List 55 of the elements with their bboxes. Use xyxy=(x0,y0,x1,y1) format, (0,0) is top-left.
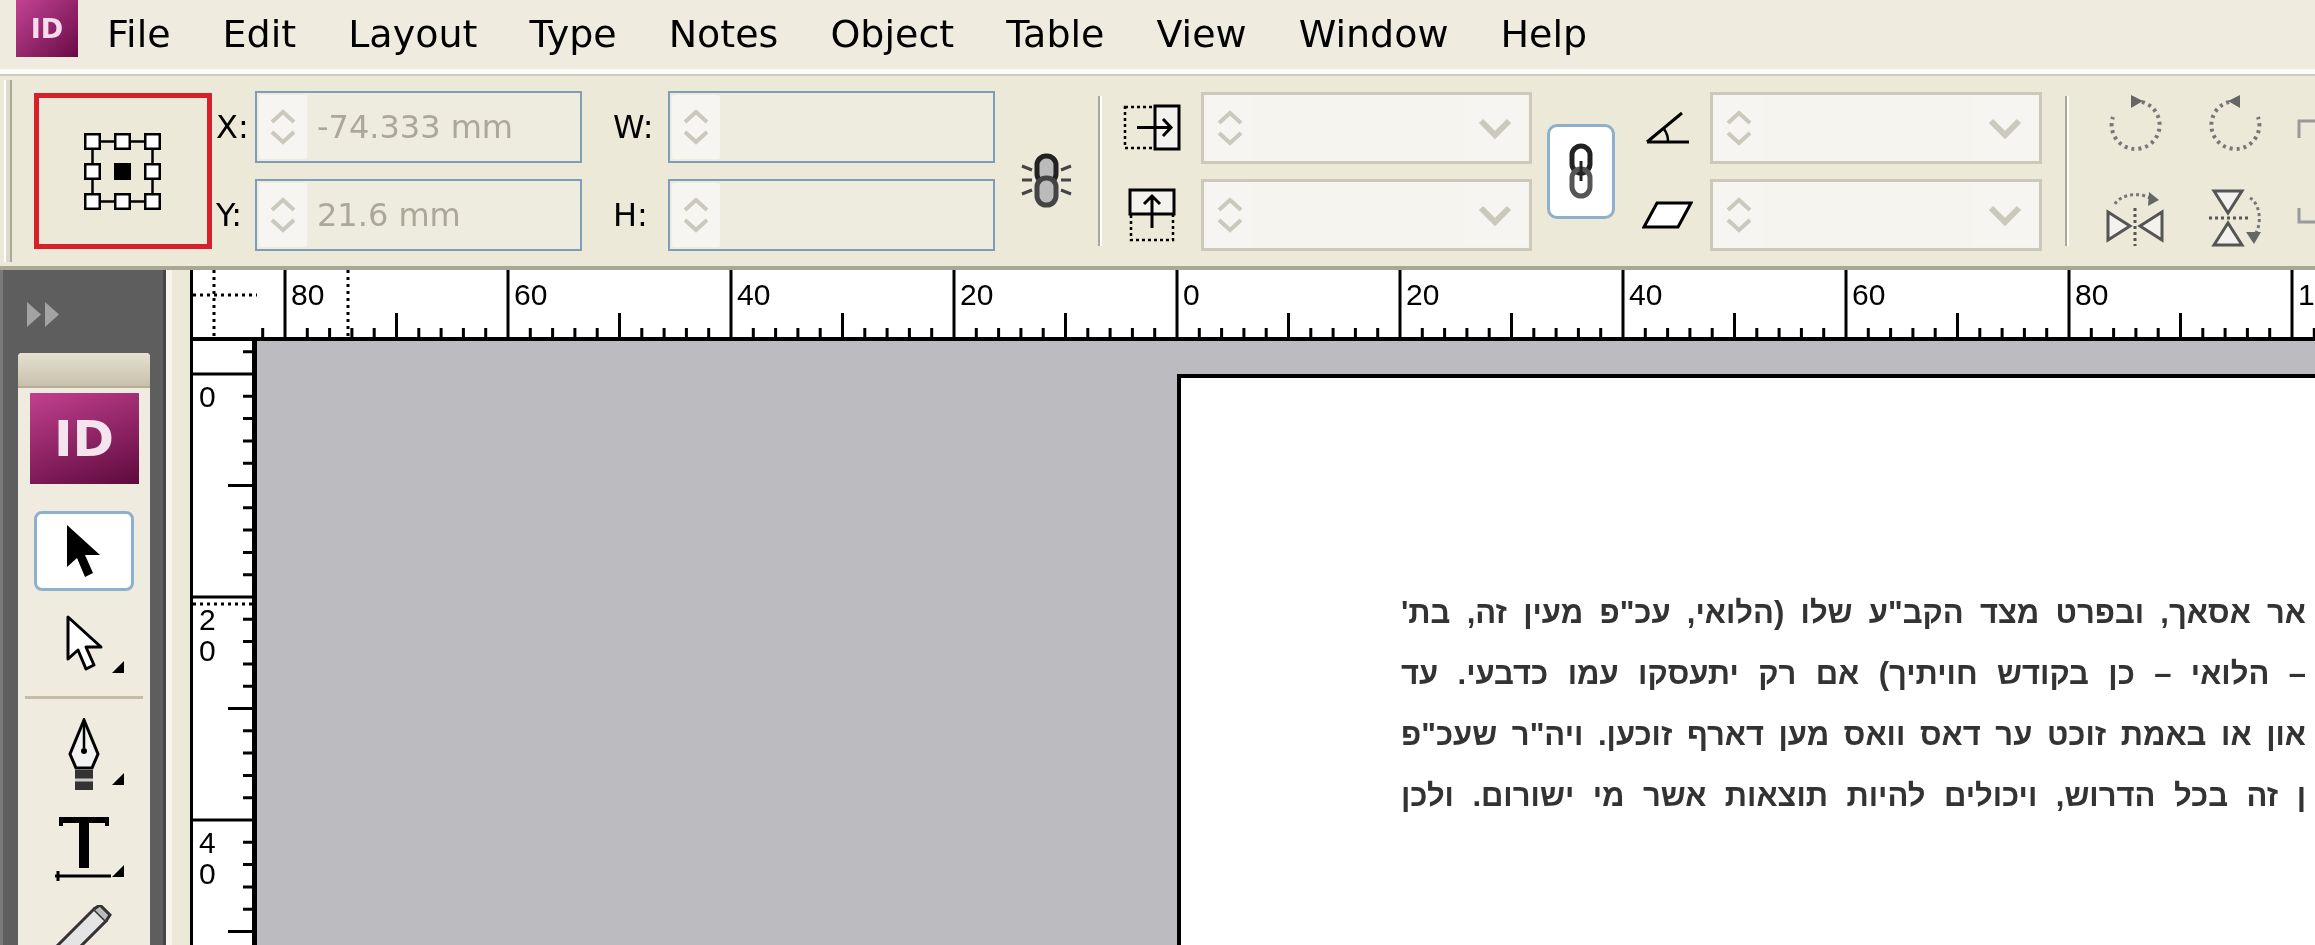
reference-point[interactable] xyxy=(144,192,161,210)
menu-item[interactable]: Object xyxy=(804,11,981,58)
ruler-label: 40 xyxy=(199,828,217,890)
menu-item[interactable]: Layout xyxy=(322,11,504,58)
reference-point[interactable] xyxy=(84,162,101,180)
ruler-label: 40 xyxy=(737,280,771,310)
field-label: X: xyxy=(216,108,250,146)
ruler-label: 80 xyxy=(291,280,325,310)
field-label: Y: xyxy=(216,196,244,234)
parallelogram-icon xyxy=(1642,200,1693,229)
reference-point[interactable] xyxy=(84,192,101,210)
paragraph-line: און או באמת זוכט ער דאס וואס מען דארף זוכען. ויה"ר שעכ"פ xyxy=(1401,716,2306,754)
paragraph-line: אר אסאך, ובפרט מצד הקב"ע שלו (הלואי, עכ"פ מעין זה, בת' xyxy=(1401,594,2306,632)
paragraph-line: – הלואי – כן בקודש חויתיך) אם רק יתעסקו עמו כדבעי. עד xyxy=(1401,655,2306,693)
scale-horizontal-icon xyxy=(1123,104,1181,151)
ruler-label: 60 xyxy=(514,280,548,310)
ruler-label: 40 xyxy=(1629,280,1663,310)
constrain-proportions-button[interactable] xyxy=(1547,123,1615,219)
menu-item[interactable]: View xyxy=(1130,11,1273,58)
ruler-label: 1 xyxy=(2298,280,2315,310)
ruler-label: 60 xyxy=(1852,280,1886,310)
selection-tool-button[interactable] xyxy=(34,511,134,591)
menu-item[interactable]: Notes xyxy=(642,11,805,58)
angle-icon xyxy=(1644,110,1691,145)
menu-item[interactable]: Edit xyxy=(196,11,323,58)
reference-point[interactable] xyxy=(114,132,131,150)
reference-point[interactable] xyxy=(144,162,161,180)
corner-bracket-icon[interactable] xyxy=(2297,207,2315,224)
outlined-pointer-arrow-icon xyxy=(64,614,104,672)
field-label: H: xyxy=(613,196,649,234)
app-logo: ID xyxy=(29,393,139,484)
panel-header-bar[interactable] xyxy=(18,353,150,388)
menu-item[interactable]: Table xyxy=(980,11,1131,58)
reference-point[interactable] xyxy=(144,132,161,150)
reference-point[interactable] xyxy=(84,132,101,150)
ruler-label: 20 xyxy=(199,605,217,667)
menu-item[interactable]: Help xyxy=(1474,11,1614,58)
scale-vertical-icon xyxy=(1128,187,1176,242)
ruler-label: 80 xyxy=(2075,280,2109,310)
ruler-label: 0 xyxy=(199,382,217,413)
app-logo[interactable]: ID xyxy=(16,0,78,57)
ruler-label: 20 xyxy=(1406,280,1440,310)
menu-item[interactable]: Type xyxy=(503,11,643,58)
reference-point[interactable] xyxy=(114,162,131,180)
cursor-position-marker xyxy=(193,602,252,606)
corner-bracket-icon[interactable] xyxy=(2297,118,2315,138)
panel-gripper[interactable] xyxy=(4,80,12,262)
reference-point-selector[interactable] xyxy=(84,132,162,210)
menu-item[interactable]: Window xyxy=(1272,11,1475,58)
ruler-label: 0 xyxy=(1183,280,1200,310)
ruler-label: 20 xyxy=(960,280,994,310)
menu-item[interactable]: File xyxy=(81,11,197,58)
field-label: W: xyxy=(613,108,655,146)
reference-point[interactable] xyxy=(114,192,131,210)
paragraph-line: ן זה בכל הדרוש, ויכולים להיות תוצאות אשר מי ישורום. ולכן xyxy=(1401,777,2306,815)
